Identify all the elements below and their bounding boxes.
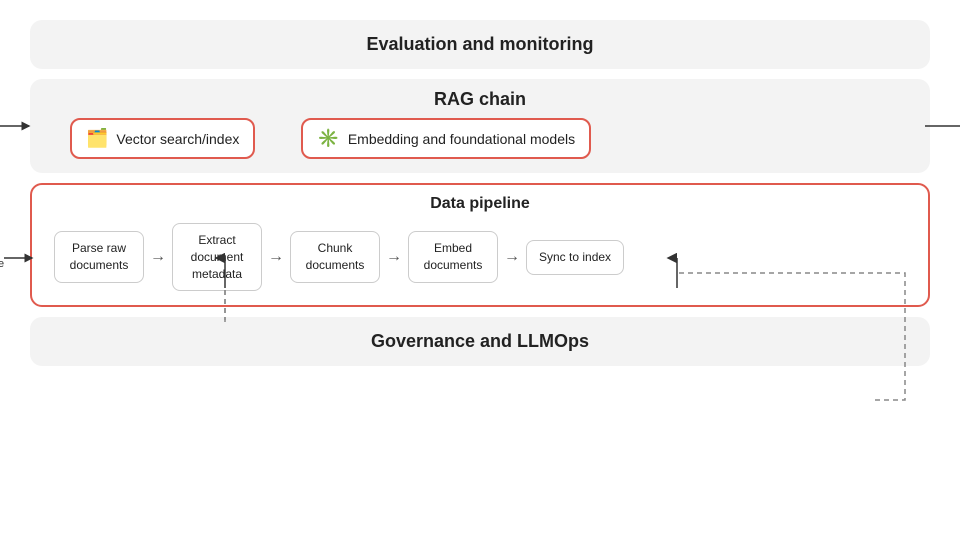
vector-search-label: Vector search/index xyxy=(116,131,239,147)
rag-section: 👤 User request 👤 Response to user RAG ch… xyxy=(30,79,930,173)
step-sync: Sync to index xyxy=(526,240,624,275)
embedding-chip: ✳️ Embedding and foundational models xyxy=(301,118,591,159)
rag-title: RAG chain xyxy=(50,89,910,110)
eval-box: Evaluation and monitoring xyxy=(30,20,930,69)
step-extract: Extractdocumentmetadata xyxy=(172,223,262,291)
user-arrow-svg xyxy=(0,119,35,133)
step-embed: Embeddocuments xyxy=(408,231,498,283)
step-chunk: Chunkdocuments xyxy=(290,231,380,283)
arrow-3: → xyxy=(386,248,402,266)
diagram: Evaluation and monitoring 👤 User request… xyxy=(20,10,940,530)
gov-box: Governance and LLMOps xyxy=(30,317,930,366)
layers-icon: 🗂️ xyxy=(86,128,108,149)
arrow-1: → xyxy=(150,248,166,266)
step-parse: Parse rawdocuments xyxy=(54,231,144,283)
embedding-label: Embedding and foundational models xyxy=(348,131,575,147)
gov-label: Governance and LLMOps xyxy=(371,331,589,351)
arrow-2: → xyxy=(268,248,284,266)
response-arrow-svg xyxy=(925,119,960,133)
eval-label: Evaluation and monitoring xyxy=(366,34,593,54)
pipeline-steps: Parse rawdocuments → Extractdocumentmeta… xyxy=(46,223,914,291)
sparkles-icon: ✳️ xyxy=(317,128,339,149)
rag-boxes: 🗂️ Vector search/index ✳️ Embedding and … xyxy=(50,118,910,159)
vector-search-chip: 🗂️ Vector search/index xyxy=(70,118,255,159)
arrow-4: → xyxy=(504,248,520,266)
enterprise-icon: 🗄️📄 xyxy=(0,235,1,256)
data-pipeline-section: 🗄️📄 Enterprise data Data pipeline Parse … xyxy=(30,183,930,307)
pipeline-title: Data pipeline xyxy=(46,195,914,213)
enterprise-arrow-svg xyxy=(4,251,38,265)
